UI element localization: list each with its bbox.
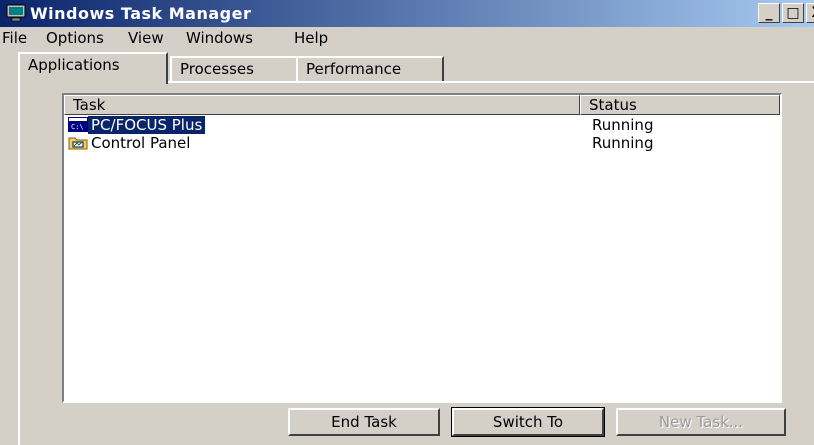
menu-file[interactable]: File: [2, 29, 27, 47]
svg-text:C:\: C:\: [71, 123, 84, 131]
task-status: Running: [592, 134, 654, 152]
task-name: Control Panel: [91, 134, 191, 152]
end-task-button[interactable]: End Task: [288, 408, 440, 436]
tab-performance[interactable]: Performance: [296, 56, 444, 82]
menu-bar: File Options View Windows Help: [0, 27, 814, 49]
task-manager-window: Windows Task Manager _ □ X File Options …: [0, 0, 814, 445]
dos-window-icon: C:\: [68, 117, 88, 132]
title-bar[interactable]: Windows Task Manager _ □ X: [0, 0, 814, 27]
tab-applications[interactable]: Applications: [18, 52, 168, 84]
menu-windows[interactable]: Windows: [186, 29, 253, 47]
close-button[interactable]: X: [806, 3, 814, 23]
maximize-button[interactable]: □: [782, 3, 804, 23]
list-item[interactable]: C:\ PC/FOCUS Plus Running: [64, 116, 778, 134]
column-header-status[interactable]: Status: [580, 95, 780, 115]
menu-view[interactable]: View: [128, 29, 164, 47]
task-status: Running: [592, 116, 654, 134]
switch-to-button[interactable]: Switch To: [451, 407, 605, 437]
list-item[interactable]: Control Panel Running: [64, 134, 778, 152]
task-manager-icon: [6, 4, 26, 22]
tab-processes[interactable]: Processes: [170, 56, 306, 82]
new-task-button[interactable]: New Task...: [616, 408, 786, 436]
task-name: PC/FOCUS Plus: [88, 116, 206, 134]
menu-help[interactable]: Help: [294, 29, 328, 47]
applications-list[interactable]: Task Status C:\ PC/FOCUS Plus Running Co…: [62, 93, 782, 403]
column-header-task[interactable]: Task: [64, 95, 580, 115]
menu-options[interactable]: Options: [46, 29, 104, 47]
window-title: Windows Task Manager: [30, 4, 252, 23]
folder-control-panel-icon: [68, 137, 88, 150]
minimize-button[interactable]: _: [758, 3, 780, 23]
